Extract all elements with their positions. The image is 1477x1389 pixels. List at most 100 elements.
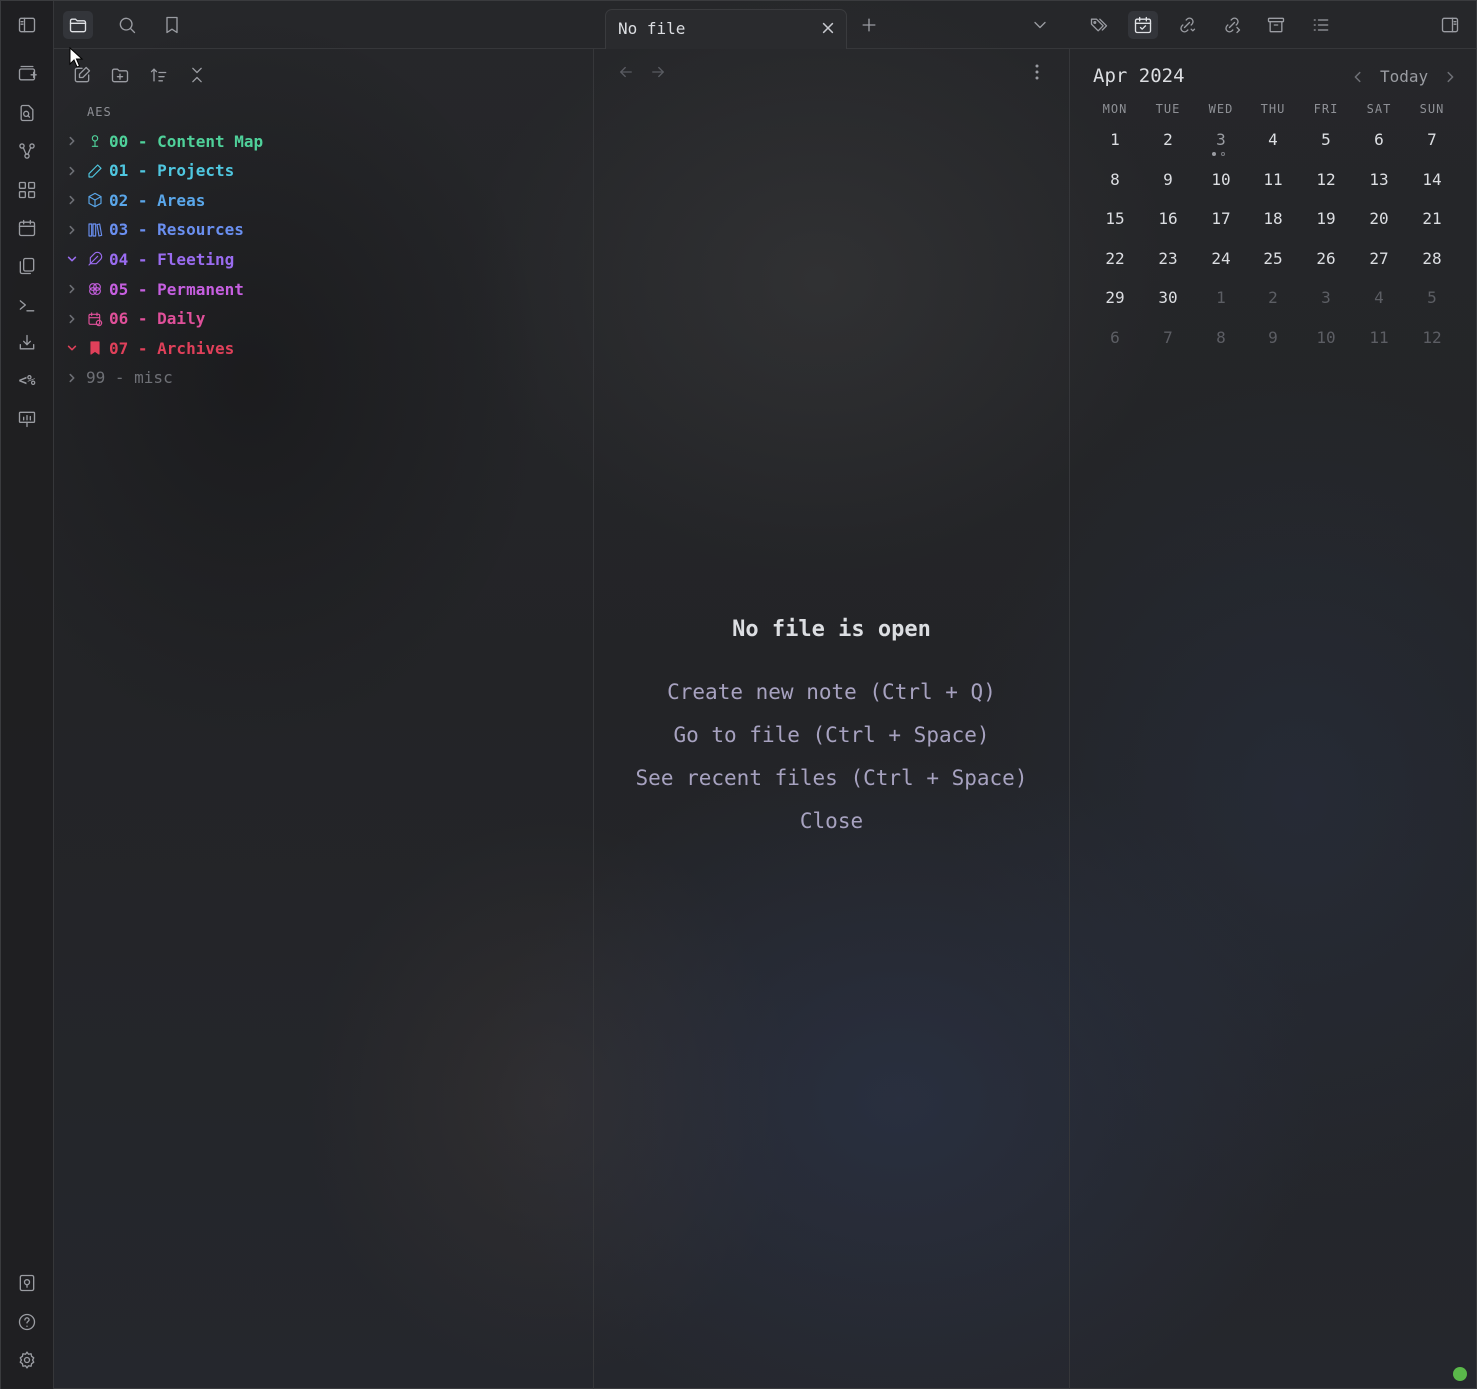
calendar-day[interactable]: 3: [1300, 288, 1352, 307]
calendar-day[interactable]: 7: [1406, 130, 1458, 149]
search-icon[interactable]: [112, 11, 142, 39]
back-arrow-icon[interactable]: [615, 61, 637, 83]
calendar-day[interactable]: 8: [1089, 170, 1141, 189]
calendar-day[interactable]: 11: [1353, 328, 1405, 347]
chevron-right-icon[interactable]: [64, 163, 80, 179]
terminal-icon[interactable]: [15, 293, 39, 317]
calendar-day[interactable]: 21: [1406, 209, 1458, 228]
folder-item[interactable]: 06 - Daily: [64, 306, 584, 332]
sync-status-indicator[interactable]: [1453, 1367, 1467, 1381]
outgoing-links-icon[interactable]: [1217, 11, 1247, 39]
chevron-right-icon[interactable]: [64, 133, 80, 149]
sort-order-icon[interactable]: [147, 63, 171, 87]
file-explorer-tab-icon[interactable]: [63, 11, 93, 39]
go-to-file-action[interactable]: Go to file (Ctrl + Space): [595, 723, 1068, 747]
calendar-day[interactable]: 26: [1300, 249, 1352, 268]
more-options-icon[interactable]: [1027, 61, 1047, 83]
backlinks-icon[interactable]: [1172, 11, 1202, 39]
calendar-day[interactable]: 28: [1406, 249, 1458, 268]
new-canvas-icon[interactable]: [15, 62, 39, 86]
chevron-right-icon[interactable]: [64, 222, 80, 238]
calendar-day[interactable]: 4: [1247, 130, 1299, 149]
calendar-day[interactable]: 27: [1353, 249, 1405, 268]
bookmarks-icon[interactable]: [157, 11, 187, 39]
calendar-day[interactable]: 22: [1089, 249, 1141, 268]
calendar-day[interactable]: 10: [1300, 328, 1352, 347]
new-folder-icon[interactable]: [108, 63, 132, 87]
create-new-note-action[interactable]: Create new note (Ctrl + Q): [595, 680, 1068, 704]
archive-icon[interactable]: [1261, 11, 1291, 39]
next-month-chevron-icon[interactable]: [1443, 65, 1457, 89]
folder-item[interactable]: 00 - Content Map: [64, 128, 584, 154]
calendar-day[interactable]: 1: [1195, 288, 1247, 307]
calendar-day[interactable]: 2: [1247, 288, 1299, 307]
calendar-check-icon[interactable]: [1128, 11, 1158, 39]
dashboard-icon[interactable]: [15, 178, 39, 202]
calendar-day[interactable]: 3: [1195, 130, 1247, 149]
calendar-day[interactable]: 1: [1089, 130, 1141, 149]
calendar-day[interactable]: 8: [1195, 328, 1247, 347]
new-tab-plus-icon[interactable]: [854, 11, 884, 39]
folder-item[interactable]: 04 - Fleeting: [64, 246, 584, 272]
calendar-day[interactable]: 25: [1247, 249, 1299, 268]
tab-list-chevron-down-icon[interactable]: [1025, 11, 1055, 39]
folder-item[interactable]: 01 - Projects: [64, 158, 584, 184]
close-icon[interactable]: [818, 18, 838, 38]
templater-icon[interactable]: <%: [15, 369, 39, 393]
calendar-day[interactable]: 6: [1353, 130, 1405, 149]
close-action[interactable]: Close: [595, 809, 1068, 833]
calendar-day[interactable]: 20: [1353, 209, 1405, 228]
calendar-day[interactable]: 30: [1142, 288, 1194, 307]
calendar-day[interactable]: 11: [1247, 170, 1299, 189]
calendar-day[interactable]: 4: [1353, 288, 1405, 307]
calendar-day[interactable]: 12: [1300, 170, 1352, 189]
collapse-all-icon[interactable]: [185, 63, 209, 87]
calendar-day[interactable]: 9: [1247, 328, 1299, 347]
calendar-day[interactable]: 16: [1142, 209, 1194, 228]
recent-files-action[interactable]: See recent files (Ctrl + Space): [595, 766, 1068, 790]
calendar-day[interactable]: 14: [1406, 170, 1458, 189]
calendar-day[interactable]: 17: [1195, 209, 1247, 228]
calendar-day[interactable]: 23: [1142, 249, 1194, 268]
tags-icon[interactable]: [1084, 11, 1114, 39]
calendar-day[interactable]: 2: [1142, 130, 1194, 149]
folder-item[interactable]: 05 - Permanent: [64, 276, 584, 302]
calendar-day[interactable]: 24: [1195, 249, 1247, 268]
chevron-down-icon[interactable]: [64, 251, 80, 267]
calendar-day[interactable]: 6: [1089, 328, 1141, 347]
tab-no-file[interactable]: No file: [605, 9, 847, 49]
today-button[interactable]: Today: [1380, 67, 1428, 86]
folder-item[interactable]: 02 - Areas: [64, 187, 584, 213]
calendar-day[interactable]: 12: [1406, 328, 1458, 347]
previous-month-chevron-icon[interactable]: [1351, 65, 1365, 89]
vault-switcher-icon[interactable]: [15, 1271, 39, 1295]
calendar-day[interactable]: 5: [1406, 288, 1458, 307]
calendar-day[interactable]: 5: [1300, 130, 1352, 149]
chevron-down-icon[interactable]: [64, 340, 80, 356]
file-search-icon[interactable]: [15, 101, 39, 125]
chevron-right-icon[interactable]: [64, 370, 80, 386]
calendar-day[interactable]: 7: [1142, 328, 1194, 347]
graph-view-icon[interactable]: [15, 139, 39, 163]
templates-icon[interactable]: [15, 254, 39, 278]
help-icon[interactable]: [15, 1310, 39, 1334]
presentation-icon[interactable]: [15, 407, 39, 431]
calendar-day[interactable]: 19: [1300, 209, 1352, 228]
folder-item[interactable]: 03 - Resources: [64, 217, 584, 243]
calendar-day[interactable]: 13: [1353, 170, 1405, 189]
calendar-day[interactable]: 10: [1195, 170, 1247, 189]
chevron-right-icon[interactable]: [64, 311, 80, 327]
folder-item[interactable]: 07 - Archives: [64, 335, 584, 361]
daily-note-icon[interactable]: [15, 216, 39, 240]
folder-item[interactable]: 99 - misc: [64, 365, 584, 391]
toggle-left-sidebar-icon[interactable]: [15, 13, 39, 37]
calendar-day[interactable]: 29: [1089, 288, 1141, 307]
outline-list-icon[interactable]: [1306, 11, 1336, 39]
chevron-right-icon[interactable]: [64, 281, 80, 297]
calendar-day[interactable]: 9: [1142, 170, 1194, 189]
calendar-day[interactable]: 15: [1089, 209, 1141, 228]
settings-gear-icon[interactable]: [15, 1348, 39, 1372]
calendar-day[interactable]: 18: [1247, 209, 1299, 228]
chevron-right-icon[interactable]: [64, 192, 80, 208]
toggle-right-sidebar-icon[interactable]: [1435, 11, 1465, 39]
